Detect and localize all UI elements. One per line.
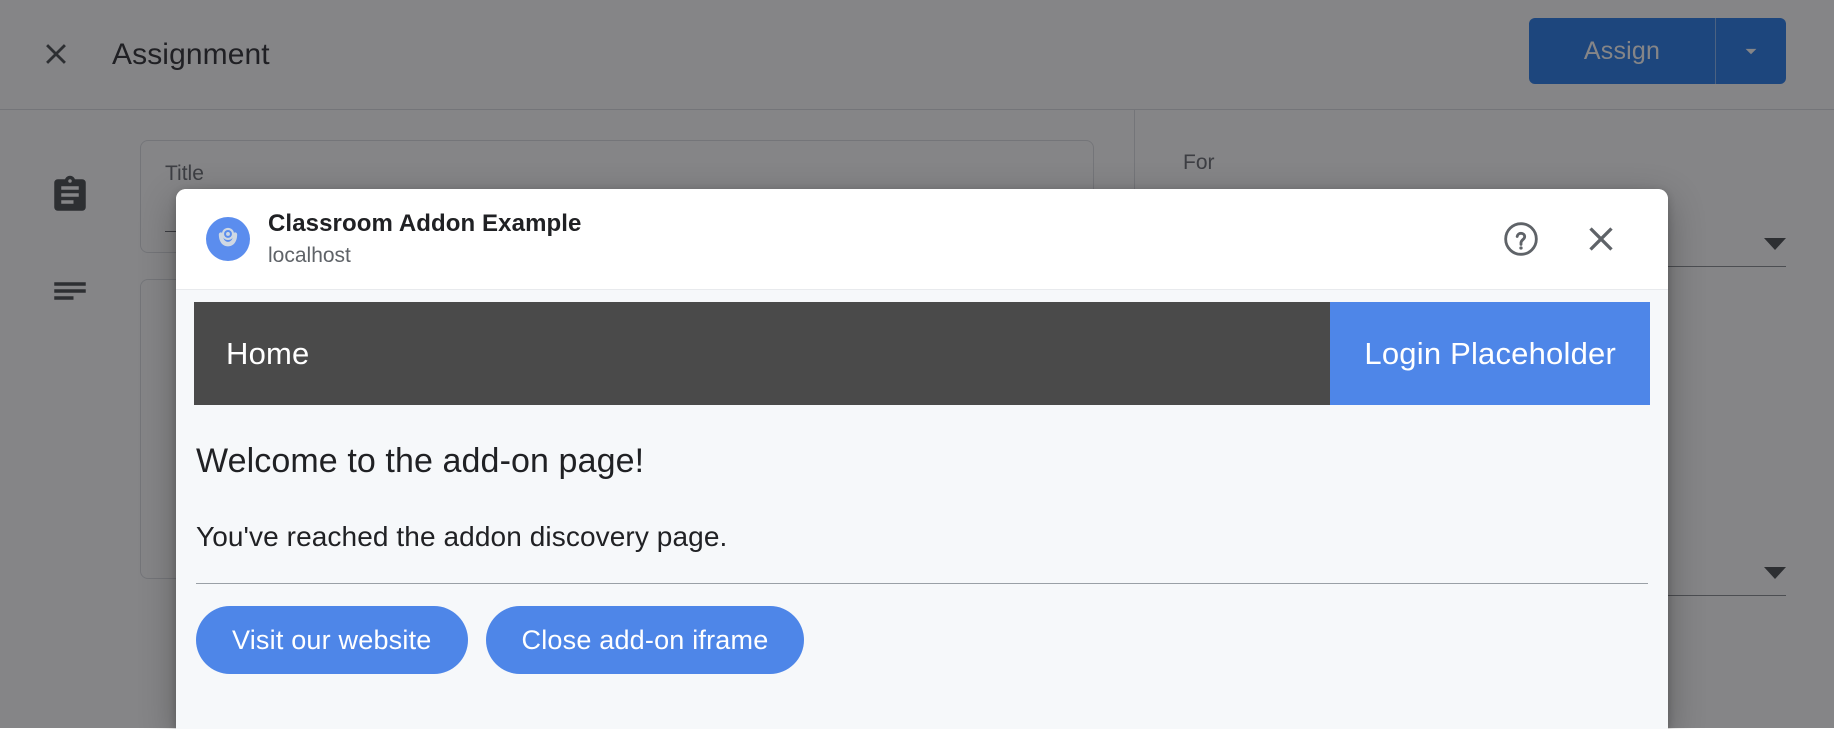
nav-item-home[interactable]: Home — [194, 302, 1330, 405]
visit-website-button[interactable]: Visit our website — [196, 606, 468, 674]
addon-iframe: Home Login Placeholder Welcome to the ad… — [176, 289, 1668, 729]
addon-origin: localhost — [268, 241, 1498, 271]
addon-help-button[interactable] — [1498, 216, 1544, 262]
addon-dialog: Classroom Addon Example localhost Home L… — [176, 189, 1668, 729]
addon-page-heading: Welcome to the add-on page! — [196, 439, 1648, 483]
addon-page-buttons: Visit our website Close add-on iframe — [196, 606, 1648, 674]
close-icon — [1581, 219, 1621, 259]
addon-dialog-header: Classroom Addon Example localhost — [176, 189, 1668, 289]
addon-close-button[interactable] — [1578, 216, 1624, 262]
addon-dialog-actions — [1498, 216, 1642, 262]
nav-item-login-placeholder[interactable]: Login Placeholder — [1330, 302, 1650, 405]
close-addon-iframe-button[interactable]: Close add-on iframe — [486, 606, 805, 674]
classroom-addon-icon — [206, 217, 250, 261]
help-circle-icon — [1501, 219, 1541, 259]
addon-page-paragraph: You've reached the addon discovery page. — [196, 518, 1648, 556]
addon-page-divider — [196, 583, 1648, 584]
addon-page-content: Welcome to the add-on page! You've reach… — [194, 439, 1650, 674]
addon-app-name: Classroom Addon Example — [268, 208, 1498, 240]
addon-dialog-titles: Classroom Addon Example localhost — [268, 208, 1498, 271]
addon-nav-bar: Home Login Placeholder — [194, 302, 1650, 405]
